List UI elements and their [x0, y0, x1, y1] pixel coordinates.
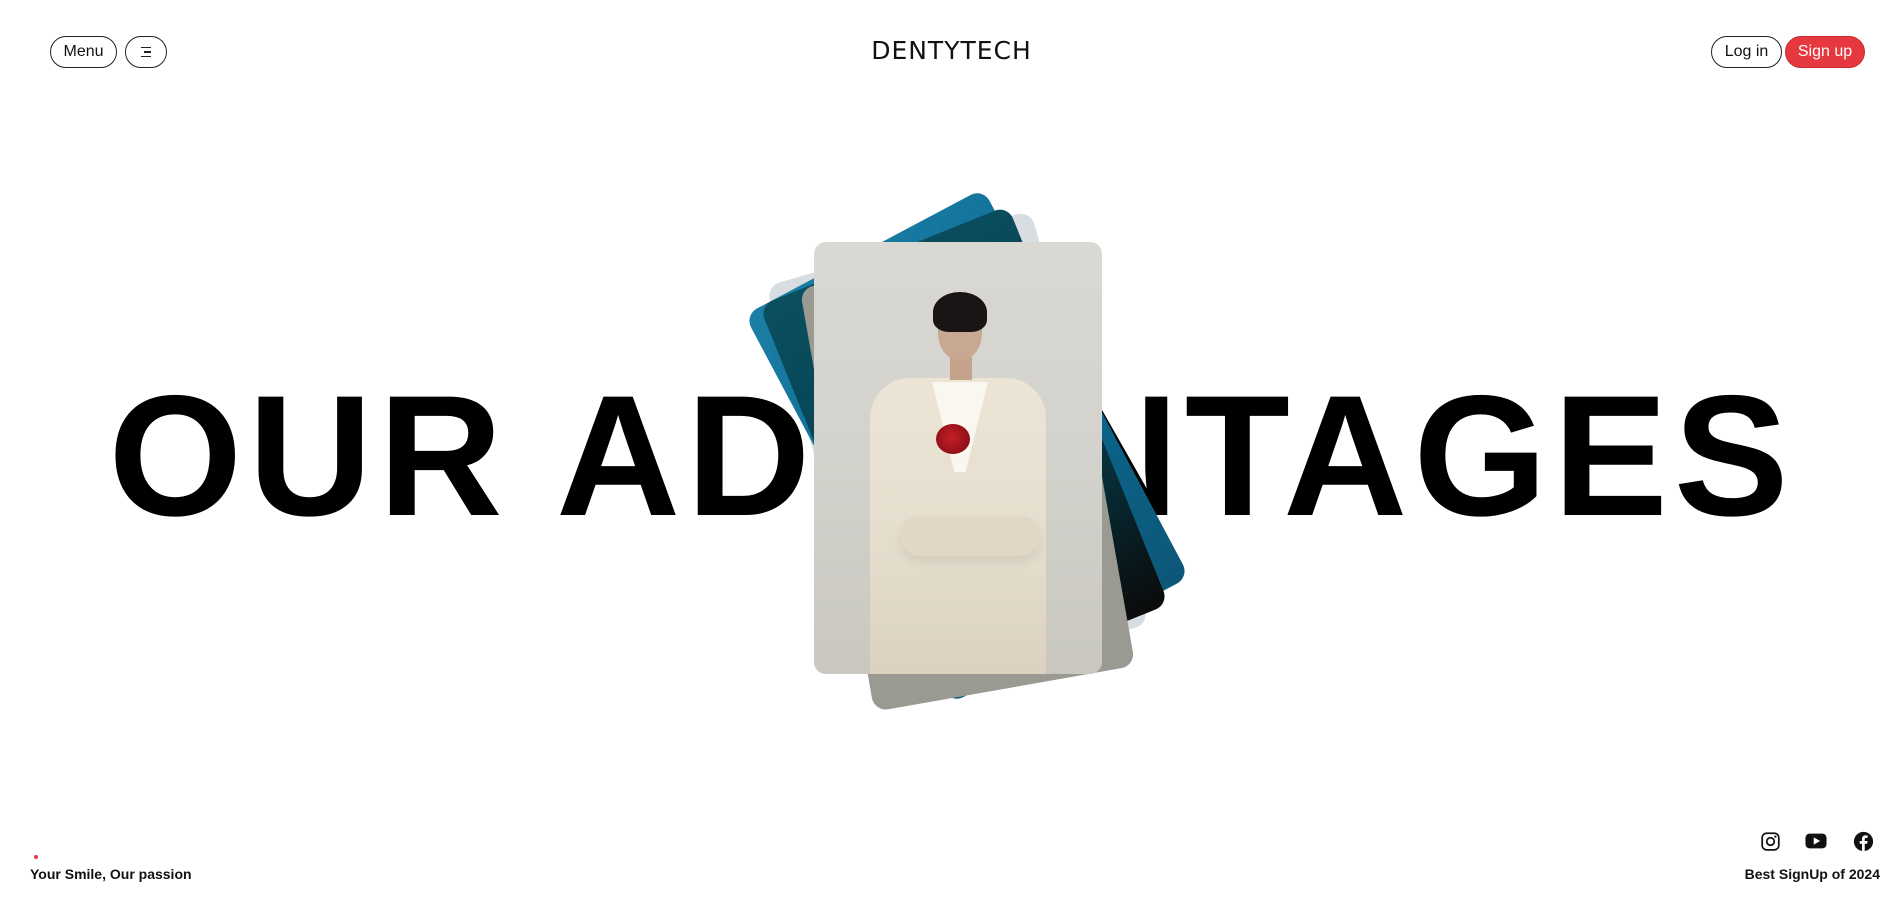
page: Menu DENTYTECH Log in Sign up OUR ADVANT…	[0, 0, 1903, 912]
red-dot-indicator	[34, 855, 38, 859]
woman-in-cream-suit-photo	[814, 242, 1102, 674]
award-text: Best SignUp of 2024	[1744, 866, 1880, 882]
tagline: Your Smile, Our passion	[30, 866, 192, 882]
youtube-icon[interactable]	[1805, 830, 1827, 852]
brand-logo[interactable]: DENTYTECH	[0, 36, 1903, 65]
rose-brooch	[936, 424, 970, 454]
signup-button[interactable]: Sign up	[1785, 36, 1865, 68]
signup-button-label: Sign up	[1797, 43, 1853, 60]
figure-hair	[933, 292, 987, 332]
login-button-label: Log in	[1724, 43, 1769, 60]
login-button[interactable]: Log in	[1711, 36, 1782, 68]
instagram-icon[interactable]	[1759, 830, 1781, 852]
figure-arms	[900, 516, 1040, 556]
facebook-icon[interactable]	[1852, 830, 1874, 852]
